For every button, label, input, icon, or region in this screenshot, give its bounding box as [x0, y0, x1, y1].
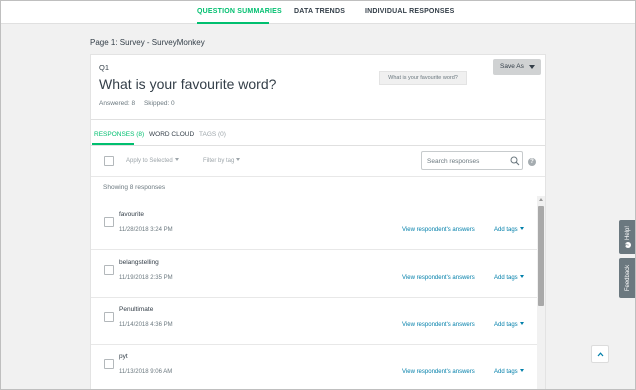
- chevron-down-icon: [519, 227, 524, 230]
- response-row: pyt 11/13/2018 9:06 AM View respondent's…: [91, 345, 537, 390]
- response-checkbox[interactable]: [104, 217, 114, 227]
- response-text: pyt: [119, 353, 128, 360]
- active-tab-underline: [197, 22, 269, 24]
- add-tags-label: Add tags: [494, 322, 518, 328]
- apply-to-selected-label: Apply to Selected: [126, 158, 173, 164]
- response-checkbox[interactable]: [104, 312, 114, 322]
- help-side-text: Help!: [624, 225, 631, 241]
- tab-question-summaries[interactable]: QUESTION SUMMARIES: [197, 8, 282, 15]
- question-tooltip: What is your favourite word?: [379, 71, 467, 85]
- response-row: favourite 11/28/2018 3:24 PM View respon…: [91, 203, 537, 250]
- response-date: 11/19/2018 2:35 PM: [119, 275, 173, 281]
- response-date: 11/14/2018 4:36 PM: [119, 322, 173, 328]
- chevron-down-icon: [529, 65, 535, 69]
- search-icon[interactable]: [510, 156, 520, 166]
- tab-data-trends[interactable]: DATA TRENDS: [294, 8, 345, 15]
- scroll-up-arrow-icon[interactable]: [539, 198, 543, 201]
- search-box: [421, 151, 523, 170]
- skipped-count: Skipped: 0: [143, 100, 175, 107]
- add-tags-label: Add tags: [494, 369, 518, 375]
- response-subtabs: RESPONSES (8) WORD CLOUD TAGS (0): [91, 127, 545, 147]
- view-respondent-answers-link[interactable]: View respondent's answers: [402, 369, 475, 375]
- divider: [91, 176, 545, 177]
- response-text: favourite: [119, 211, 144, 218]
- response-row: Penultimate 11/14/2018 4:36 PM View resp…: [91, 298, 537, 345]
- save-as-label: Save As: [500, 63, 524, 70]
- filter-by-tag-dropdown[interactable]: Filter by tag: [203, 158, 241, 164]
- help-icon[interactable]: ?: [528, 158, 536, 166]
- add-tags-dropdown[interactable]: Add tags: [494, 227, 524, 233]
- scrollbar-thumb[interactable]: [538, 206, 544, 306]
- chevron-up-icon: [597, 352, 604, 357]
- question-card: Q1 What is your favourite word? Answered…: [90, 54, 546, 390]
- add-tags-dropdown[interactable]: Add tags: [494, 322, 524, 328]
- apply-to-selected-dropdown[interactable]: Apply to Selected: [126, 158, 179, 164]
- response-checkbox[interactable]: [104, 265, 114, 275]
- response-checkbox[interactable]: [104, 359, 114, 369]
- view-respondent-answers-link[interactable]: View respondent's answers: [402, 275, 475, 281]
- back-to-top-button[interactable]: [591, 345, 609, 363]
- help-side-tab[interactable]: ?Help!: [619, 220, 636, 254]
- help-side-label: ?Help!: [624, 225, 631, 249]
- tab-word-cloud[interactable]: WORD CLOUD: [149, 131, 194, 138]
- filter-by-tag-label: Filter by tag: [203, 158, 235, 164]
- response-text: Penultimate: [119, 306, 154, 313]
- response-date: 11/13/2018 9:06 AM: [119, 369, 173, 375]
- save-as-button[interactable]: Save As: [493, 59, 541, 75]
- response-date: 11/28/2018 3:24 PM: [119, 227, 173, 233]
- question-number: Q1: [99, 63, 110, 72]
- add-tags-dropdown[interactable]: Add tags: [494, 275, 524, 281]
- chevron-down-icon: [519, 369, 524, 372]
- answered-count: Answered: 8: [99, 100, 136, 107]
- chevron-down-icon: [519, 275, 524, 278]
- select-all-checkbox[interactable]: [104, 156, 114, 166]
- divider: [91, 119, 545, 120]
- help-icon: ?: [624, 242, 631, 249]
- add-tags-label: Add tags: [494, 227, 518, 233]
- view-respondent-answers-link[interactable]: View respondent's answers: [402, 322, 475, 328]
- chevron-down-icon: [174, 158, 179, 161]
- responses-toolbar: Apply to Selected Filter by tag ?: [91, 146, 545, 176]
- search-input[interactable]: [427, 155, 507, 167]
- view-respondent-answers-link[interactable]: View respondent's answers: [402, 227, 475, 233]
- feedback-side-label: Feedback: [624, 264, 631, 292]
- question-title: What is your favourite word?: [99, 76, 277, 92]
- response-row: belangstelling 11/19/2018 2:35 PM View r…: [91, 251, 537, 298]
- tab-individual-responses[interactable]: INDIVIDUAL RESPONSES: [365, 8, 454, 15]
- add-tags-label: Add tags: [494, 275, 518, 281]
- add-tags-dropdown[interactable]: Add tags: [494, 369, 524, 375]
- top-nav: QUESTION SUMMARIES DATA TRENDS INDIVIDUA…: [0, 0, 636, 24]
- tab-tags[interactable]: TAGS (0): [199, 131, 226, 138]
- chevron-down-icon: [519, 322, 524, 325]
- chevron-down-icon: [236, 158, 241, 161]
- feedback-side-tab[interactable]: Feedback: [619, 258, 636, 298]
- question-stats: Answered: 8 Skipped: 0: [99, 100, 182, 107]
- page-title: Page 1: Survey - SurveyMonkey: [90, 38, 205, 47]
- showing-count: Showing 8 responses: [103, 184, 166, 191]
- response-text: belangstelling: [119, 259, 159, 266]
- tab-responses[interactable]: RESPONSES (8): [94, 131, 144, 138]
